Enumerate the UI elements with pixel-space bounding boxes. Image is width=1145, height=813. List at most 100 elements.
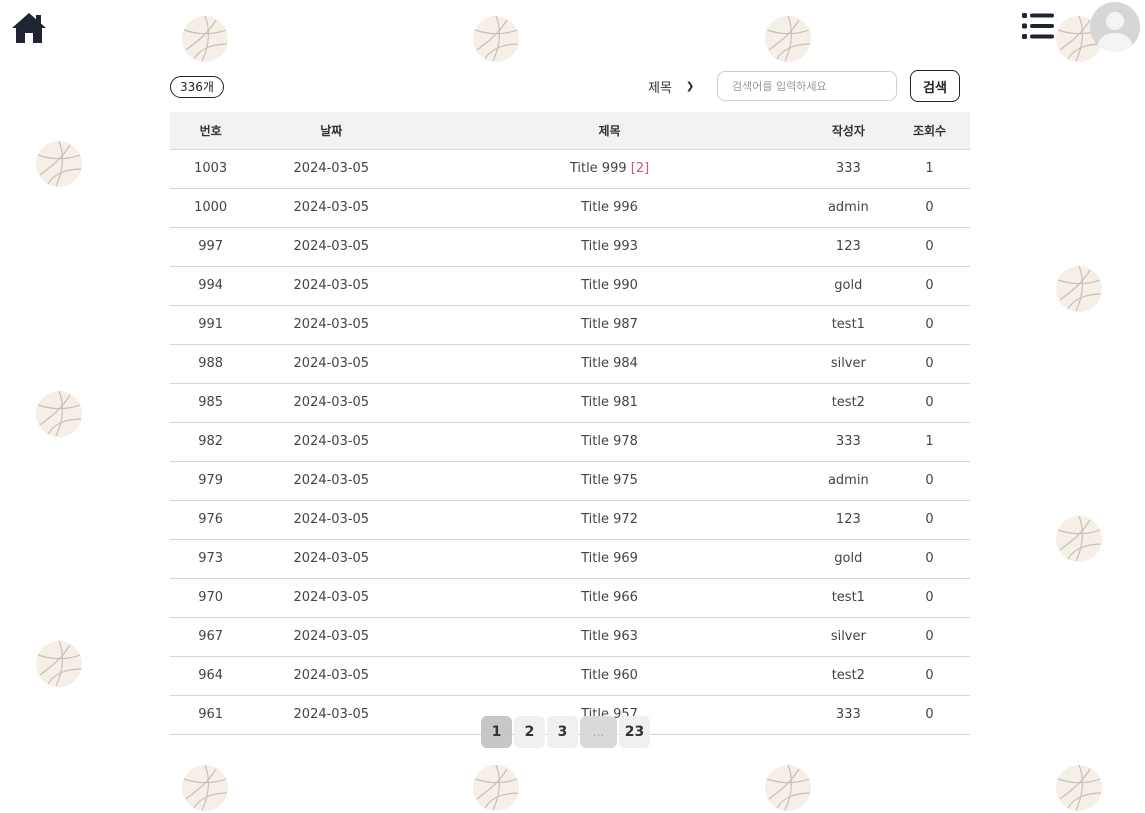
cell-views: 0 — [889, 617, 970, 657]
table-row[interactable]: 964 2024-03-05 Title 960 test2 0 — [170, 656, 970, 696]
table-row[interactable]: 991 2024-03-05 Title 987 test1 0 — [170, 305, 970, 345]
post-title-link[interactable]: Title 996 — [581, 200, 638, 215]
pagination: 1 2 3... 23 — [481, 716, 650, 748]
volleyball-icon — [1054, 514, 1104, 564]
post-title-link[interactable]: Title 978 — [581, 434, 638, 449]
cell-views: 0 — [889, 656, 970, 696]
cell-writer: silver — [807, 344, 890, 384]
cell-date: 2024-03-05 — [251, 344, 412, 384]
home-button[interactable] — [10, 10, 48, 46]
search-input[interactable] — [717, 71, 897, 101]
cell-number: 967 — [170, 617, 252, 657]
cell-number: 997 — [170, 227, 252, 267]
table-row[interactable]: 1003 2024-03-05 Title 999 [2] 333 1 — [170, 149, 970, 189]
cell-date: 2024-03-05 — [251, 383, 412, 423]
volleyball-icon — [34, 639, 84, 689]
volleyball-icon — [471, 14, 521, 64]
cell-date: 2024-03-05 — [251, 617, 412, 657]
volleyball-icon — [180, 763, 230, 813]
post-title-link[interactable]: Title 975 — [581, 473, 638, 488]
cell-views: 1 — [889, 422, 970, 462]
cell-views: 0 — [889, 305, 970, 345]
cell-date: 2024-03-05 — [251, 188, 412, 228]
cell-date: 2024-03-05 — [251, 500, 412, 540]
table-row[interactable]: 967 2024-03-05 Title 963 silver 0 — [170, 617, 970, 657]
search-button[interactable]: 검색 — [910, 70, 960, 102]
page-button[interactable]: 1 — [481, 716, 512, 748]
cell-writer: test2 — [807, 383, 890, 423]
user-avatar[interactable] — [1090, 2, 1140, 52]
cell-views: 0 — [889, 500, 970, 540]
cell-title: Title 999 [2] — [411, 149, 808, 189]
column-header-title: 제목 — [411, 112, 808, 150]
search-type-select[interactable]: 제목 ❯ — [648, 72, 708, 100]
column-header-writer: 작성자 — [807, 112, 890, 150]
cell-title: Title 960 — [411, 656, 808, 696]
table-row[interactable]: 982 2024-03-05 Title 978 333 1 — [170, 422, 970, 462]
chevron-down-icon: ❯ — [685, 80, 695, 92]
volleyball-icon — [1054, 264, 1104, 314]
cell-number: 982 — [170, 422, 252, 462]
cell-writer: 333 — [807, 422, 890, 462]
post-title-link[interactable]: Title 969 — [581, 551, 638, 566]
cell-writer: test1 — [807, 305, 890, 345]
post-title-link[interactable]: Title 987 — [581, 317, 638, 332]
post-title-link[interactable]: Title 984 — [581, 356, 638, 371]
cell-views: 0 — [889, 227, 970, 267]
post-title-link[interactable]: Title 960 — [581, 668, 638, 683]
post-title-link[interactable]: Title 972 — [581, 512, 638, 527]
cell-title: Title 972 — [411, 500, 808, 540]
page-button[interactable]: 2 — [514, 716, 545, 748]
cell-number: 1003 — [170, 149, 252, 189]
cell-number: 976 — [170, 500, 252, 540]
post-title-link[interactable]: Title 966 — [581, 590, 638, 605]
cell-number: 973 — [170, 539, 252, 579]
volleyball-icon — [471, 763, 521, 813]
cell-number: 961 — [170, 695, 252, 735]
cell-title: Title 981 — [411, 383, 808, 423]
table-row[interactable]: 976 2024-03-05 Title 972 123 0 — [170, 500, 970, 540]
cell-date: 2024-03-05 — [251, 422, 412, 462]
cell-title: Title 993 — [411, 227, 808, 267]
post-title-link[interactable]: Title 981 — [581, 395, 638, 410]
post-title-link[interactable]: Title 999 — [570, 161, 627, 176]
cell-views: 0 — [889, 188, 970, 228]
table-row[interactable]: 970 2024-03-05 Title 966 test1 0 — [170, 578, 970, 618]
table-row[interactable]: 973 2024-03-05 Title 969 gold 0 — [170, 539, 970, 579]
cell-title: Title 990 — [411, 266, 808, 306]
board-table: 번호 날짜 제목 작성자 조회수 1003 2024-03-05 Title 999… — [170, 112, 970, 735]
cell-date: 2024-03-05 — [251, 149, 412, 189]
cell-views: 0 — [889, 461, 970, 501]
table-row[interactable]: 979 2024-03-05 Title 975 admin 0 — [170, 461, 970, 501]
cell-views: 0 — [889, 266, 970, 306]
page-button[interactable]: 23 — [619, 716, 650, 748]
cell-number: 979 — [170, 461, 252, 501]
cell-writer: test1 — [807, 578, 890, 618]
cell-writer: gold — [807, 539, 890, 579]
cell-number: 985 — [170, 383, 252, 423]
column-header-views: 조회수 — [889, 112, 970, 150]
cell-writer: 123 — [807, 500, 890, 540]
cell-number: 964 — [170, 656, 252, 696]
cell-title: Title 987 — [411, 305, 808, 345]
table-row[interactable]: 985 2024-03-05 Title 981 test2 0 — [170, 383, 970, 423]
home-icon — [12, 13, 46, 43]
table-row[interactable]: 994 2024-03-05 Title 990 gold 0 — [170, 266, 970, 306]
table-row[interactable]: 997 2024-03-05 Title 993 123 0 — [170, 227, 970, 267]
table-row[interactable]: 988 2024-03-05 Title 984 silver 0 — [170, 344, 970, 384]
table-header-row: 번호 날짜 제목 작성자 조회수 — [170, 112, 970, 150]
volleyball-icon — [180, 14, 230, 64]
post-count-badge: 336개 — [170, 76, 224, 98]
table-row[interactable]: 1000 2024-03-05 Title 996 admin 0 — [170, 188, 970, 228]
cell-writer: test2 — [807, 656, 890, 696]
user-avatar-icon — [1090, 2, 1140, 52]
page-button[interactable]: 3 — [547, 716, 578, 748]
cell-date: 2024-03-05 — [251, 695, 412, 735]
post-title-link[interactable]: Title 963 — [581, 629, 638, 644]
volleyball-icon — [34, 389, 84, 439]
cell-title: Title 978 — [411, 422, 808, 462]
cell-number: 991 — [170, 305, 252, 345]
menu-button[interactable] — [1022, 13, 1054, 39]
post-title-link[interactable]: Title 990 — [581, 278, 638, 293]
post-title-link[interactable]: Title 993 — [581, 239, 638, 254]
